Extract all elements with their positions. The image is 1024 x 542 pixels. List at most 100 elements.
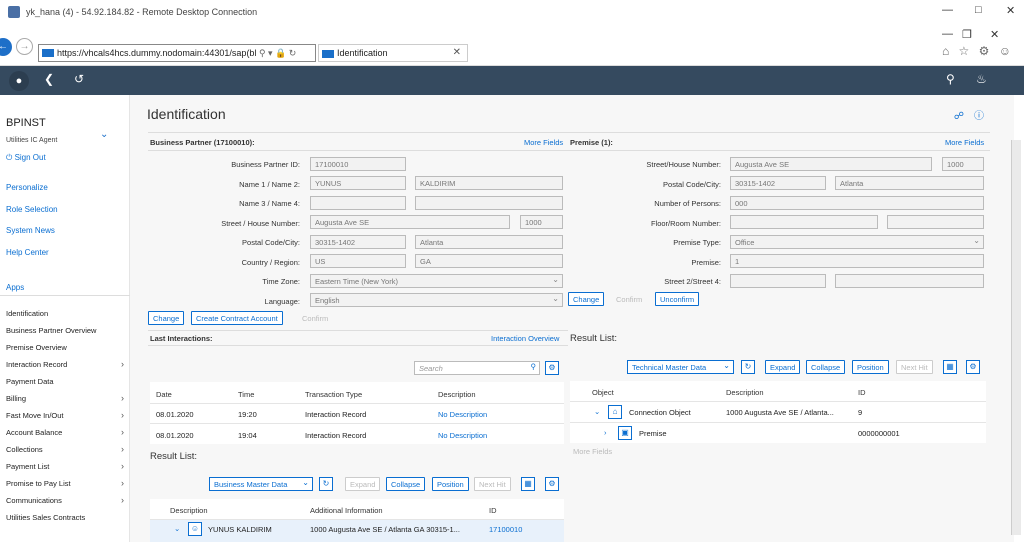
chevron-right-icon[interactable]: ›	[121, 444, 124, 454]
field-postal-code[interactable]: 30315-1402	[310, 235, 406, 249]
browser-tab[interactable]: Identification ✕	[318, 44, 468, 62]
hierarchy-icon[interactable]: ▦	[521, 477, 535, 491]
chevron-right-icon[interactable]: ›	[121, 495, 124, 505]
maximize-icon[interactable]: □	[975, 4, 982, 16]
field-name4[interactable]	[415, 196, 563, 210]
position-button[interactable]: Position	[852, 360, 889, 374]
field-bp-id[interactable]: 17100010	[310, 157, 406, 171]
chevron-right-icon[interactable]: ›	[604, 428, 607, 437]
chevron-right-icon[interactable]: ›	[121, 478, 124, 488]
field-street4[interactable]	[835, 274, 984, 288]
cell-object[interactable]: Premise	[639, 429, 667, 438]
premise-confirm-button[interactable]: Confirm	[616, 295, 642, 304]
field-room[interactable]	[887, 215, 984, 229]
close-icon[interactable]: ✕	[1006, 4, 1015, 17]
history-icon[interactable]: ↺	[74, 72, 84, 86]
browser-restore-icon[interactable]: ❐	[962, 28, 972, 41]
sidebar-app-payment-list[interactable]: Payment List ›	[6, 461, 126, 471]
tab-close-icon[interactable]: ✕	[453, 47, 461, 58]
premise-unconfirm-button[interactable]: Unconfirm	[655, 292, 700, 306]
field-street[interactable]: Augusta Ave SE	[310, 215, 510, 229]
sidebar-link-help-center[interactable]: Help Center	[6, 248, 49, 257]
browser-close-icon[interactable]: ✕	[990, 28, 999, 41]
hierarchy-icon[interactable]: ▦	[943, 360, 957, 374]
sidebar-app-billing[interactable]: Billing ›	[6, 393, 126, 403]
notifications-bell-icon[interactable]: ♨	[976, 72, 987, 86]
create-contract-account-button[interactable]: Create Contract Account	[191, 311, 283, 325]
sidebar-app-collections[interactable]: Collections ›	[6, 444, 126, 454]
field-house-number[interactable]: 1000	[520, 215, 563, 229]
sign-out-link[interactable]: ⏻ Sign Out	[6, 153, 46, 163]
browser-minimize-icon[interactable]: —	[942, 28, 953, 40]
cell-description-link[interactable]: No Description	[438, 431, 487, 440]
refresh-icon[interactable]: ↻	[741, 360, 755, 374]
forward-arrow-icon[interactable]: →	[16, 38, 33, 55]
chevron-right-icon[interactable]: ›	[121, 410, 124, 420]
sidebar-app-promise-to-pay-list[interactable]: Promise to Pay List ›	[6, 478, 126, 488]
cell-description-link[interactable]: No Description	[438, 410, 487, 419]
expand-button[interactable]: Expand	[345, 477, 381, 491]
next-hit-button[interactable]: Next Hit	[474, 477, 511, 491]
sidebar-app-interaction-record[interactable]: Interaction Record ›	[6, 359, 126, 369]
sidebar-app-fast-move-in-out[interactable]: Fast Move In/Out ›	[6, 410, 126, 420]
cell-id-link[interactable]: 17100010	[489, 525, 522, 534]
premise-type-select[interactable]: Office ⌄	[730, 235, 984, 249]
chevron-right-icon[interactable]: ›	[121, 461, 124, 471]
sidebar-app-identification[interactable]: Identification	[6, 309, 126, 318]
collapse-button[interactable]: Collapse	[386, 477, 426, 491]
browser-tools-icons[interactable]: ⌂ ☆ ⚙ ☺	[942, 44, 1014, 58]
bp-confirm-button[interactable]: Confirm	[302, 314, 328, 323]
field-persons[interactable]: 000	[730, 196, 984, 210]
chevron-down-icon[interactable]: ⌄	[594, 407, 600, 416]
interaction-overview-link[interactable]: Interaction Overview	[491, 334, 559, 343]
sidebar-app-account-balance[interactable]: Account Balance ›	[6, 427, 126, 437]
timezone-select[interactable]: Eastern Time (New York) ⌄	[310, 274, 563, 288]
settings-gear-icon[interactable]: ⚙	[966, 360, 980, 374]
back-arrow-icon[interactable]: ←	[0, 38, 12, 56]
field-street2[interactable]	[730, 274, 826, 288]
header-icons[interactable]: ☍ⓘ	[954, 107, 994, 122]
sidebar-app-premise-overview[interactable]: Premise Overview	[6, 343, 126, 352]
field-region[interactable]: GA	[415, 254, 563, 268]
search-input[interactable]: Search ⚲	[414, 361, 540, 375]
sidebar-app-communications[interactable]: Communications ›	[6, 495, 126, 505]
sidebar-link-personalize[interactable]: Personalize	[6, 183, 48, 192]
field-floor[interactable]	[730, 215, 878, 229]
settings-gear-icon[interactable]: ⚙	[545, 477, 559, 491]
sidebar-link-system-news[interactable]: System News	[6, 226, 55, 235]
field-name2[interactable]: KALDIRIM	[415, 176, 563, 190]
field-premise-postal[interactable]: 30315-1402	[730, 176, 826, 190]
refresh-icon[interactable]: ↻	[319, 477, 333, 491]
settings-gear-icon[interactable]: ⚙	[545, 361, 559, 375]
chevron-right-icon[interactable]: ›	[121, 427, 124, 437]
apps-heading[interactable]: Apps	[6, 283, 24, 292]
chevron-right-icon[interactable]: ›	[121, 359, 124, 369]
cell-description[interactable]: YUNUS KALDIRIM	[208, 525, 272, 534]
bp-more-fields-link[interactable]: More Fields	[524, 138, 563, 147]
chevron-right-icon[interactable]: ›	[121, 393, 124, 403]
sidebar-app-payment-data[interactable]: Payment Data	[6, 377, 126, 386]
cell-object[interactable]: Connection Object	[629, 408, 691, 417]
field-premise-street[interactable]: Augusta Ave SE	[730, 157, 932, 171]
address-bar[interactable]: https://vhcals4hcs.dummy.nodomain:44301/…	[38, 44, 316, 62]
position-button[interactable]: Position	[432, 477, 469, 491]
premise-change-button[interactable]: Change	[568, 292, 605, 306]
premise-more-fields-link[interactable]: More Fields	[945, 138, 984, 147]
chevron-down-icon[interactable]: ⌄	[100, 129, 108, 140]
expand-button[interactable]: Expand	[765, 360, 801, 374]
bp-change-button[interactable]: Change	[148, 311, 185, 325]
chevron-down-icon[interactable]: ⌄	[174, 524, 180, 533]
field-premise-house[interactable]: 1000	[942, 157, 984, 171]
shell-back-icon[interactable]: ❮	[44, 72, 54, 86]
sidebar-app-business-partner-overview[interactable]: Business Partner Overview	[6, 326, 126, 335]
field-city[interactable]: Atlanta	[415, 235, 563, 249]
user-avatar-icon[interactable]: ●	[9, 71, 29, 91]
collapse-button[interactable]: Collapse	[806, 360, 846, 374]
search-icon[interactable]: ⚲	[946, 72, 955, 86]
vertical-scrollbar[interactable]	[1011, 140, 1021, 535]
minimize-icon[interactable]: —	[942, 4, 953, 16]
technical-master-data-select[interactable]: Technical Master Data ⌄	[627, 360, 734, 374]
field-country[interactable]: US	[310, 254, 406, 268]
field-premise[interactable]: 1	[730, 254, 984, 268]
field-premise-city[interactable]: Atlanta	[835, 176, 984, 190]
